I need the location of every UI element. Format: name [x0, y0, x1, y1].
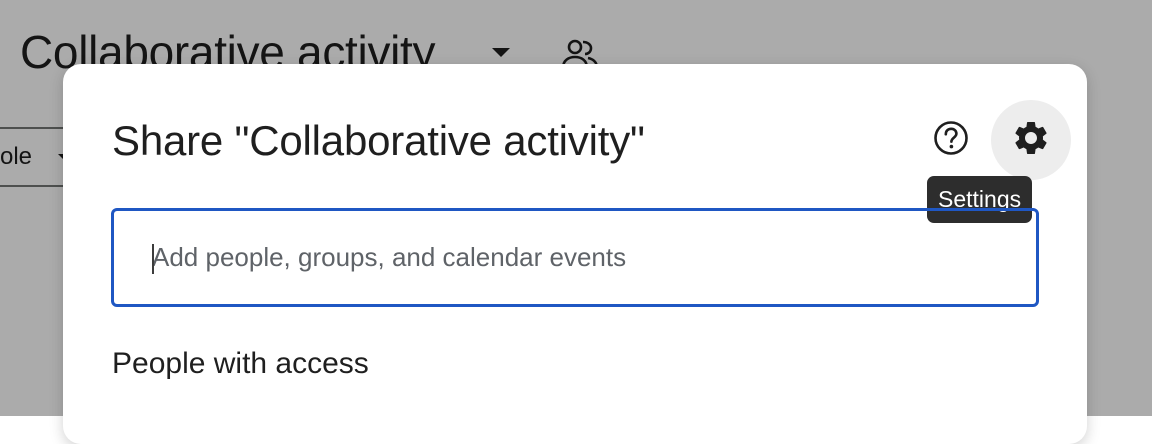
- gear-icon: [1011, 118, 1051, 163]
- help-circle-icon: [932, 119, 970, 162]
- add-people-field[interactable]: [111, 208, 1039, 307]
- help-button[interactable]: [927, 116, 975, 164]
- people-with-access-heading: People with access: [112, 347, 369, 380]
- settings-button[interactable]: [991, 100, 1071, 180]
- dialog-title: Share "Collaborative activity": [112, 117, 645, 164]
- add-people-input[interactable]: [152, 242, 992, 273]
- text-cursor: [152, 244, 154, 274]
- share-dialog: Share "Collaborative activity" Settings …: [63, 64, 1087, 444]
